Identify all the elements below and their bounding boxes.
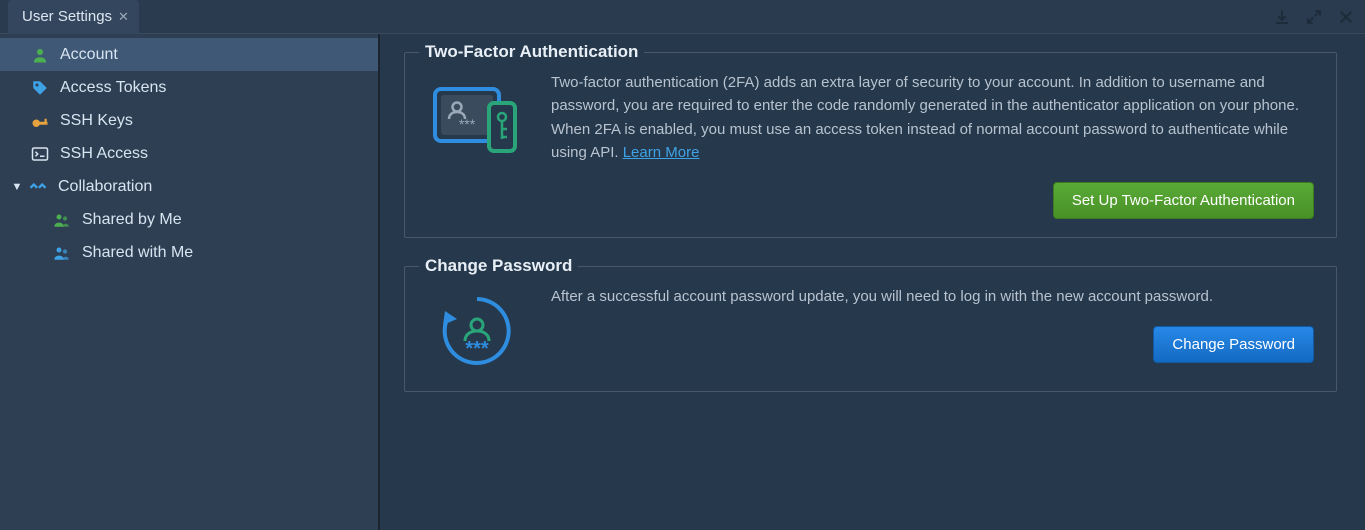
- two-factor-icon: ***: [427, 75, 527, 159]
- svg-text:***: ***: [459, 116, 476, 132]
- sidebar-item-label: Shared by Me: [82, 211, 182, 229]
- sidebar-item-shared-with-me[interactable]: Shared with Me: [0, 236, 378, 269]
- tab-close-icon[interactable]: ✕: [118, 9, 129, 25]
- panel-pw-title: Change Password: [419, 256, 578, 276]
- learn-more-link[interactable]: Learn More: [623, 144, 700, 161]
- caret-down-icon: ▼: [10, 181, 24, 193]
- close-icon[interactable]: [1335, 6, 1357, 28]
- sidebar-item-label: Account: [60, 46, 118, 64]
- users-green-icon: [52, 210, 72, 230]
- sidebar-item-label: Shared with Me: [82, 244, 193, 262]
- expand-icon[interactable]: [1303, 6, 1325, 28]
- terminal-icon: [30, 144, 50, 164]
- users-blue-icon: [52, 243, 72, 263]
- change-password-icon: ***: [427, 289, 527, 373]
- svg-text:***: ***: [465, 338, 489, 360]
- sidebar-item-account[interactable]: Account: [0, 38, 378, 71]
- download-icon[interactable]: [1271, 6, 1293, 28]
- sidebar-item-label: SSH Access: [60, 145, 148, 163]
- sidebar-item-shared-by-me[interactable]: Shared by Me: [0, 203, 378, 236]
- sidebar-item-collaboration[interactable]: ▼ Collaboration: [0, 170, 378, 203]
- tab-user-settings[interactable]: User Settings ✕: [8, 0, 139, 34]
- titlebar: User Settings ✕: [0, 0, 1365, 34]
- sidebar-item-label: Collaboration: [58, 178, 152, 196]
- sidebar-item-label: SSH Keys: [60, 112, 133, 130]
- sidebar-item-access-tokens[interactable]: Access Tokens: [0, 71, 378, 104]
- sidebar-item-ssh-access[interactable]: SSH Access: [0, 137, 378, 170]
- key-icon: [30, 111, 50, 131]
- panel-2fa: Two-Factor Authentication ***: [404, 52, 1337, 238]
- sidebar-item-ssh-keys[interactable]: SSH Keys: [0, 104, 378, 137]
- user-icon: [30, 45, 50, 65]
- change-password-button[interactable]: Change Password: [1153, 326, 1314, 363]
- sidebar-item-label: Access Tokens: [60, 79, 166, 97]
- content: Two-Factor Authentication ***: [380, 34, 1365, 530]
- handshake-icon: [28, 177, 48, 197]
- sidebar: Account Access Tokens SSH Keys SSH Acces…: [0, 34, 380, 530]
- panel-pw-desc: After a successful account password upda…: [551, 285, 1314, 308]
- tab-title: User Settings: [22, 8, 112, 25]
- panel-change-password: Change Password *** After a successful a…: [404, 266, 1337, 392]
- tag-icon: [30, 78, 50, 98]
- panel-2fa-title: Two-Factor Authentication: [419, 42, 644, 62]
- setup-2fa-button[interactable]: Set Up Two-Factor Authentication: [1053, 182, 1314, 219]
